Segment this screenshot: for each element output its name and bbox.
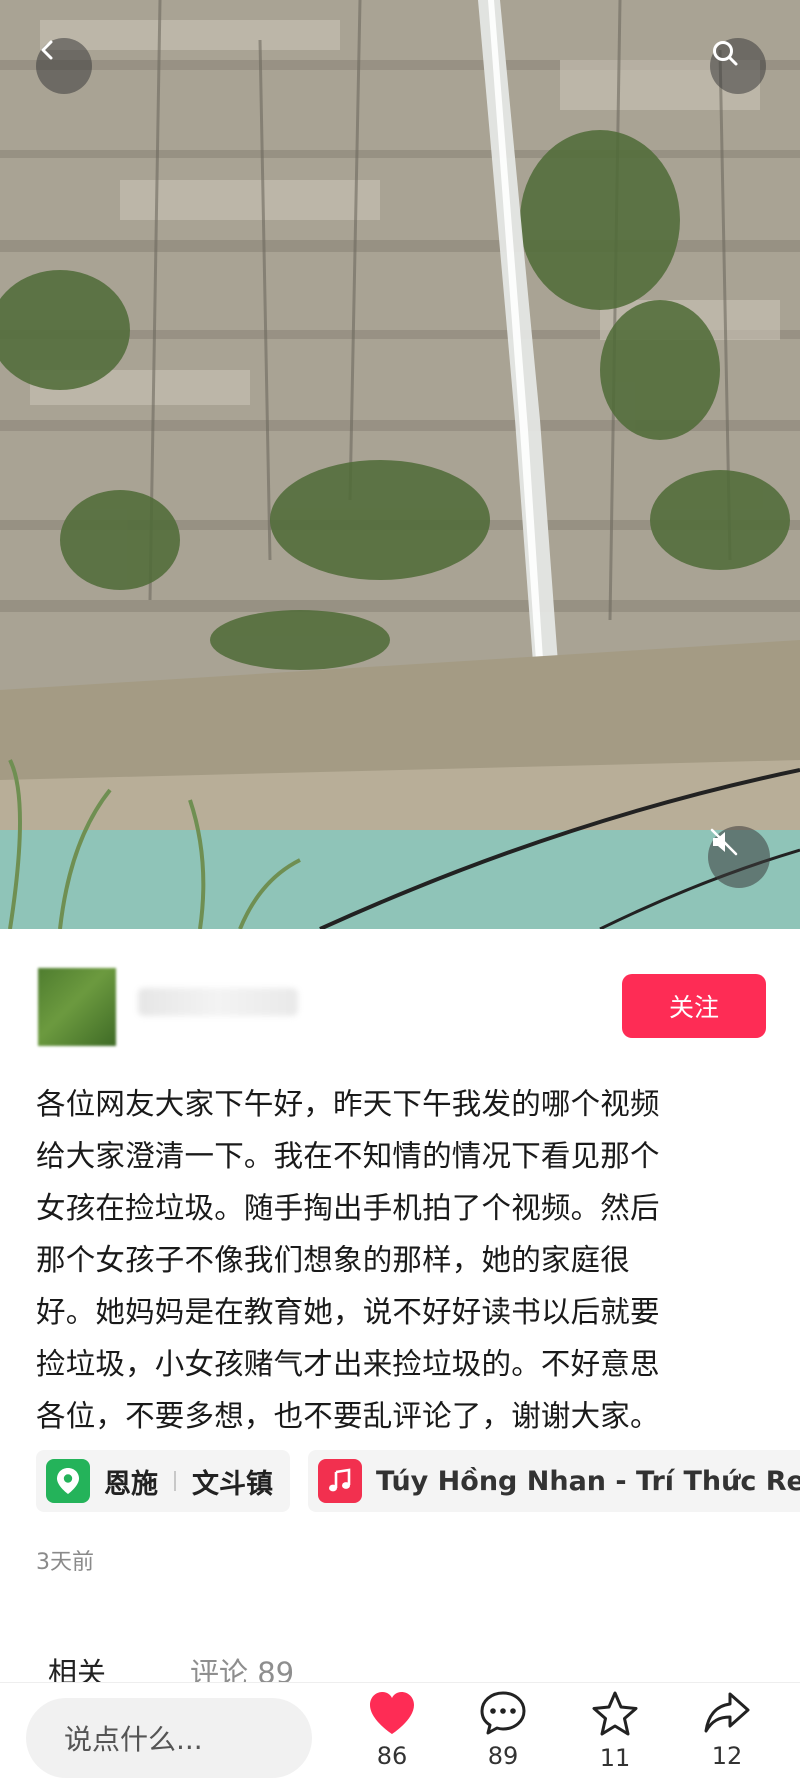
music-chip[interactable]: Túy Hồng Nhan - Trí Thức Remi (308, 1450, 800, 1512)
comment-icon (480, 1691, 526, 1735)
post-time: 3天前 (36, 1550, 94, 1575)
favorite-button[interactable]: 11 (575, 1690, 655, 1772)
location-pin-icon (46, 1459, 90, 1503)
mute-icon (710, 828, 738, 856)
post-line: 女孩在捡垃圾。随手掏出手机拍了个视频。然后 (36, 1191, 660, 1225)
chip-divider (174, 1471, 176, 1491)
author-name-blurred[interactable] (138, 988, 298, 1016)
like-count: 86 (376, 1742, 408, 1770)
share-count: 12 (711, 1742, 743, 1770)
favorite-count: 11 (599, 1744, 631, 1772)
heart-icon (370, 1692, 414, 1734)
search-button[interactable] (710, 38, 766, 94)
music-title: Túy Hồng Nhan - Trí Thức Remi (376, 1465, 800, 1497)
share-icon (704, 1692, 750, 1733)
post-line: 各位网友大家下午好，昨天下午我发的哪个视频 (36, 1087, 660, 1121)
star-icon (592, 1691, 638, 1736)
back-button[interactable] (36, 38, 92, 94)
post-line: 给大家澄清一下。我在不知情的情况下看见那个 (36, 1139, 660, 1173)
post-line: 那个女孩子不像我们想象的那样，她的家庭很 (36, 1243, 631, 1277)
search-icon (713, 41, 738, 66)
post-line: 捡垃圾，小女孩赌气才出来捡垃圾的。不好意思 (36, 1347, 660, 1381)
location-chip[interactable]: 恩施 文斗镇 (36, 1450, 290, 1512)
location-city: 恩施 (104, 1468, 158, 1500)
comment-button[interactable]: 89 (463, 1690, 543, 1770)
video-cover[interactable] (0, 0, 800, 929)
post-body: 各位网友大家下午好，昨天下午我发的哪个视频 给大家澄清一下。我在不知情的情况下看… (36, 1078, 766, 1442)
follow-button[interactable]: 关注 (622, 974, 766, 1038)
comment-count: 89 (487, 1742, 519, 1770)
like-button[interactable]: 86 (352, 1690, 432, 1770)
avatar[interactable] (38, 968, 116, 1046)
music-note-icon (318, 1459, 362, 1503)
post-line: 各位，不要多想，也不要乱评论了，谢谢大家。 (36, 1399, 660, 1433)
location-town: 文斗镇 (192, 1468, 273, 1500)
back-icon (41, 40, 53, 60)
share-button[interactable]: 12 (687, 1690, 767, 1770)
mute-button[interactable] (708, 826, 770, 888)
comment-input[interactable]: 说点什么... (26, 1698, 312, 1778)
post-line: 好。她妈妈是在教育她，说不好好读书以后就要 (36, 1295, 660, 1329)
waterfall-scene (0, 0, 800, 929)
